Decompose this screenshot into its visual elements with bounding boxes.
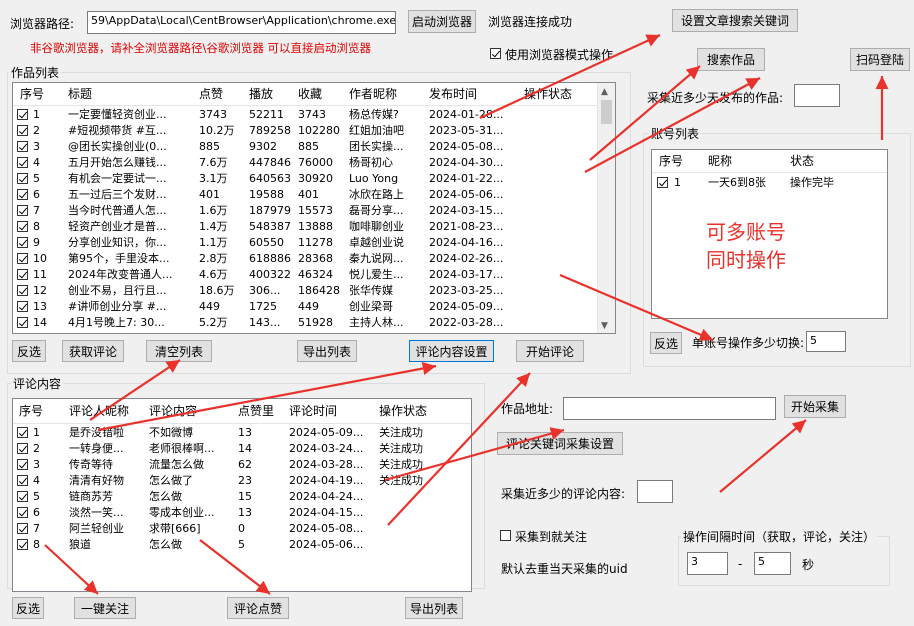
annotation-arrow — [584, 77, 761, 173]
annotation-arrow — [97, 361, 437, 432]
annotation-arrow — [44, 544, 99, 595]
annotation-arrows — [44, 34, 889, 595]
annotation-arrow — [589, 65, 701, 161]
annotation-arrow — [89, 359, 181, 421]
annotation-arrow — [384, 427, 565, 482]
annotation-arrow — [719, 419, 807, 493]
annotation-arrow — [559, 273, 714, 342]
annotation-arrow — [199, 539, 271, 595]
annotation-arrow — [387, 372, 531, 526]
annotation-arrow — [479, 34, 661, 119]
